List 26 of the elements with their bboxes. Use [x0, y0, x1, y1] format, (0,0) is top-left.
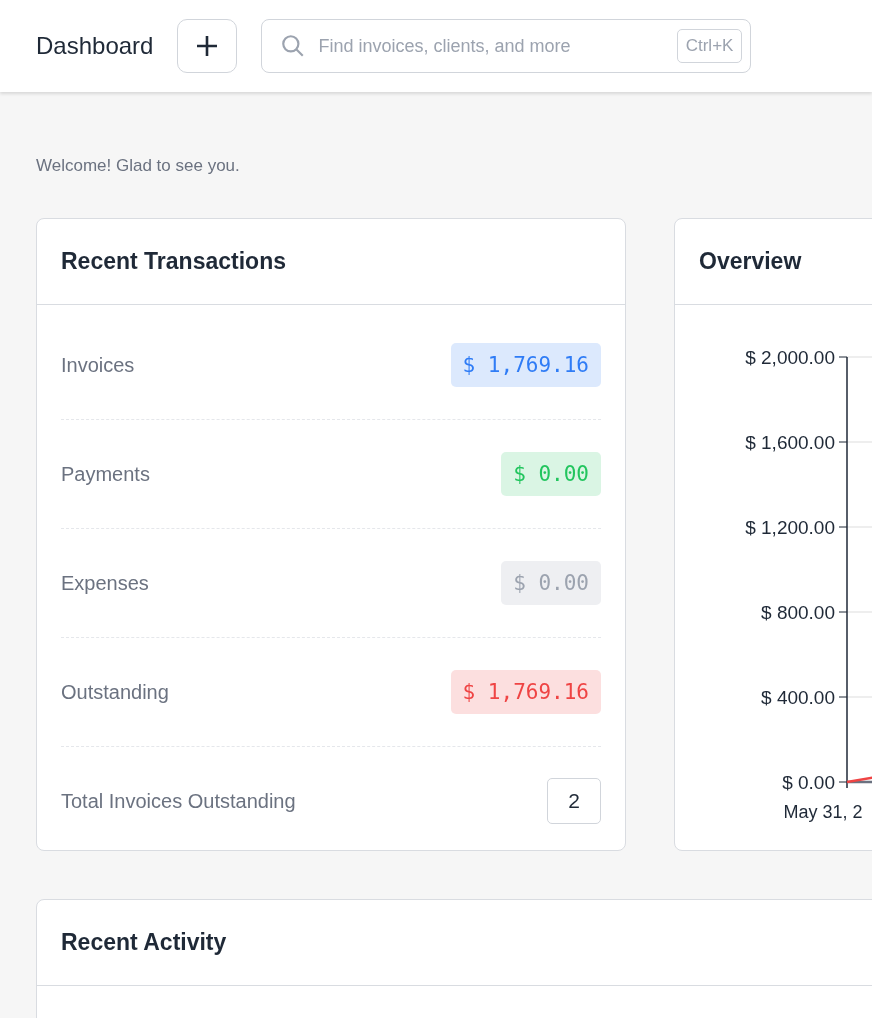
transaction-label: Expenses [61, 571, 149, 595]
y-axis-label: $ 800.00 [761, 602, 835, 623]
plus-icon [195, 34, 220, 58]
welcome-text: Welcome! Glad to see you. [36, 156, 241, 176]
amount-badge: $ 0.00 [501, 561, 601, 605]
shortcut-hint: Ctrl+K [676, 29, 743, 63]
y-axis-label: $ 400.00 [761, 687, 835, 708]
y-axis-label: $ 0.00 [782, 772, 835, 793]
amount-badge: $ 1,769.16 [450, 670, 601, 714]
transaction-label: Outstanding [61, 680, 169, 704]
y-axis-label: $ 1,600.00 [745, 432, 835, 453]
x-axis-label: May 31, 2 [783, 802, 863, 822]
count-badge: 2 [547, 778, 601, 824]
transaction-label: Total Invoices Outstanding [61, 789, 296, 813]
page-title: Dashboard [36, 32, 154, 60]
card-title: Recent Activity [61, 929, 227, 956]
card-title: Recent Transactions [61, 248, 286, 275]
amount-badge: $ 1,769.16 [450, 343, 601, 387]
y-axis-label: $ 2,000.00 [745, 347, 835, 368]
add-button[interactable] [177, 19, 238, 73]
y-axis-label: $ 1,200.00 [745, 517, 835, 538]
transaction-label: Payments [61, 462, 150, 486]
transaction-label: Invoices [61, 353, 135, 377]
card-title: Overview [699, 248, 802, 275]
search-bar[interactable]: Find invoices, clients, and more Ctrl+K [261, 19, 752, 73]
amount-badge: $ 0.00 [501, 452, 601, 496]
